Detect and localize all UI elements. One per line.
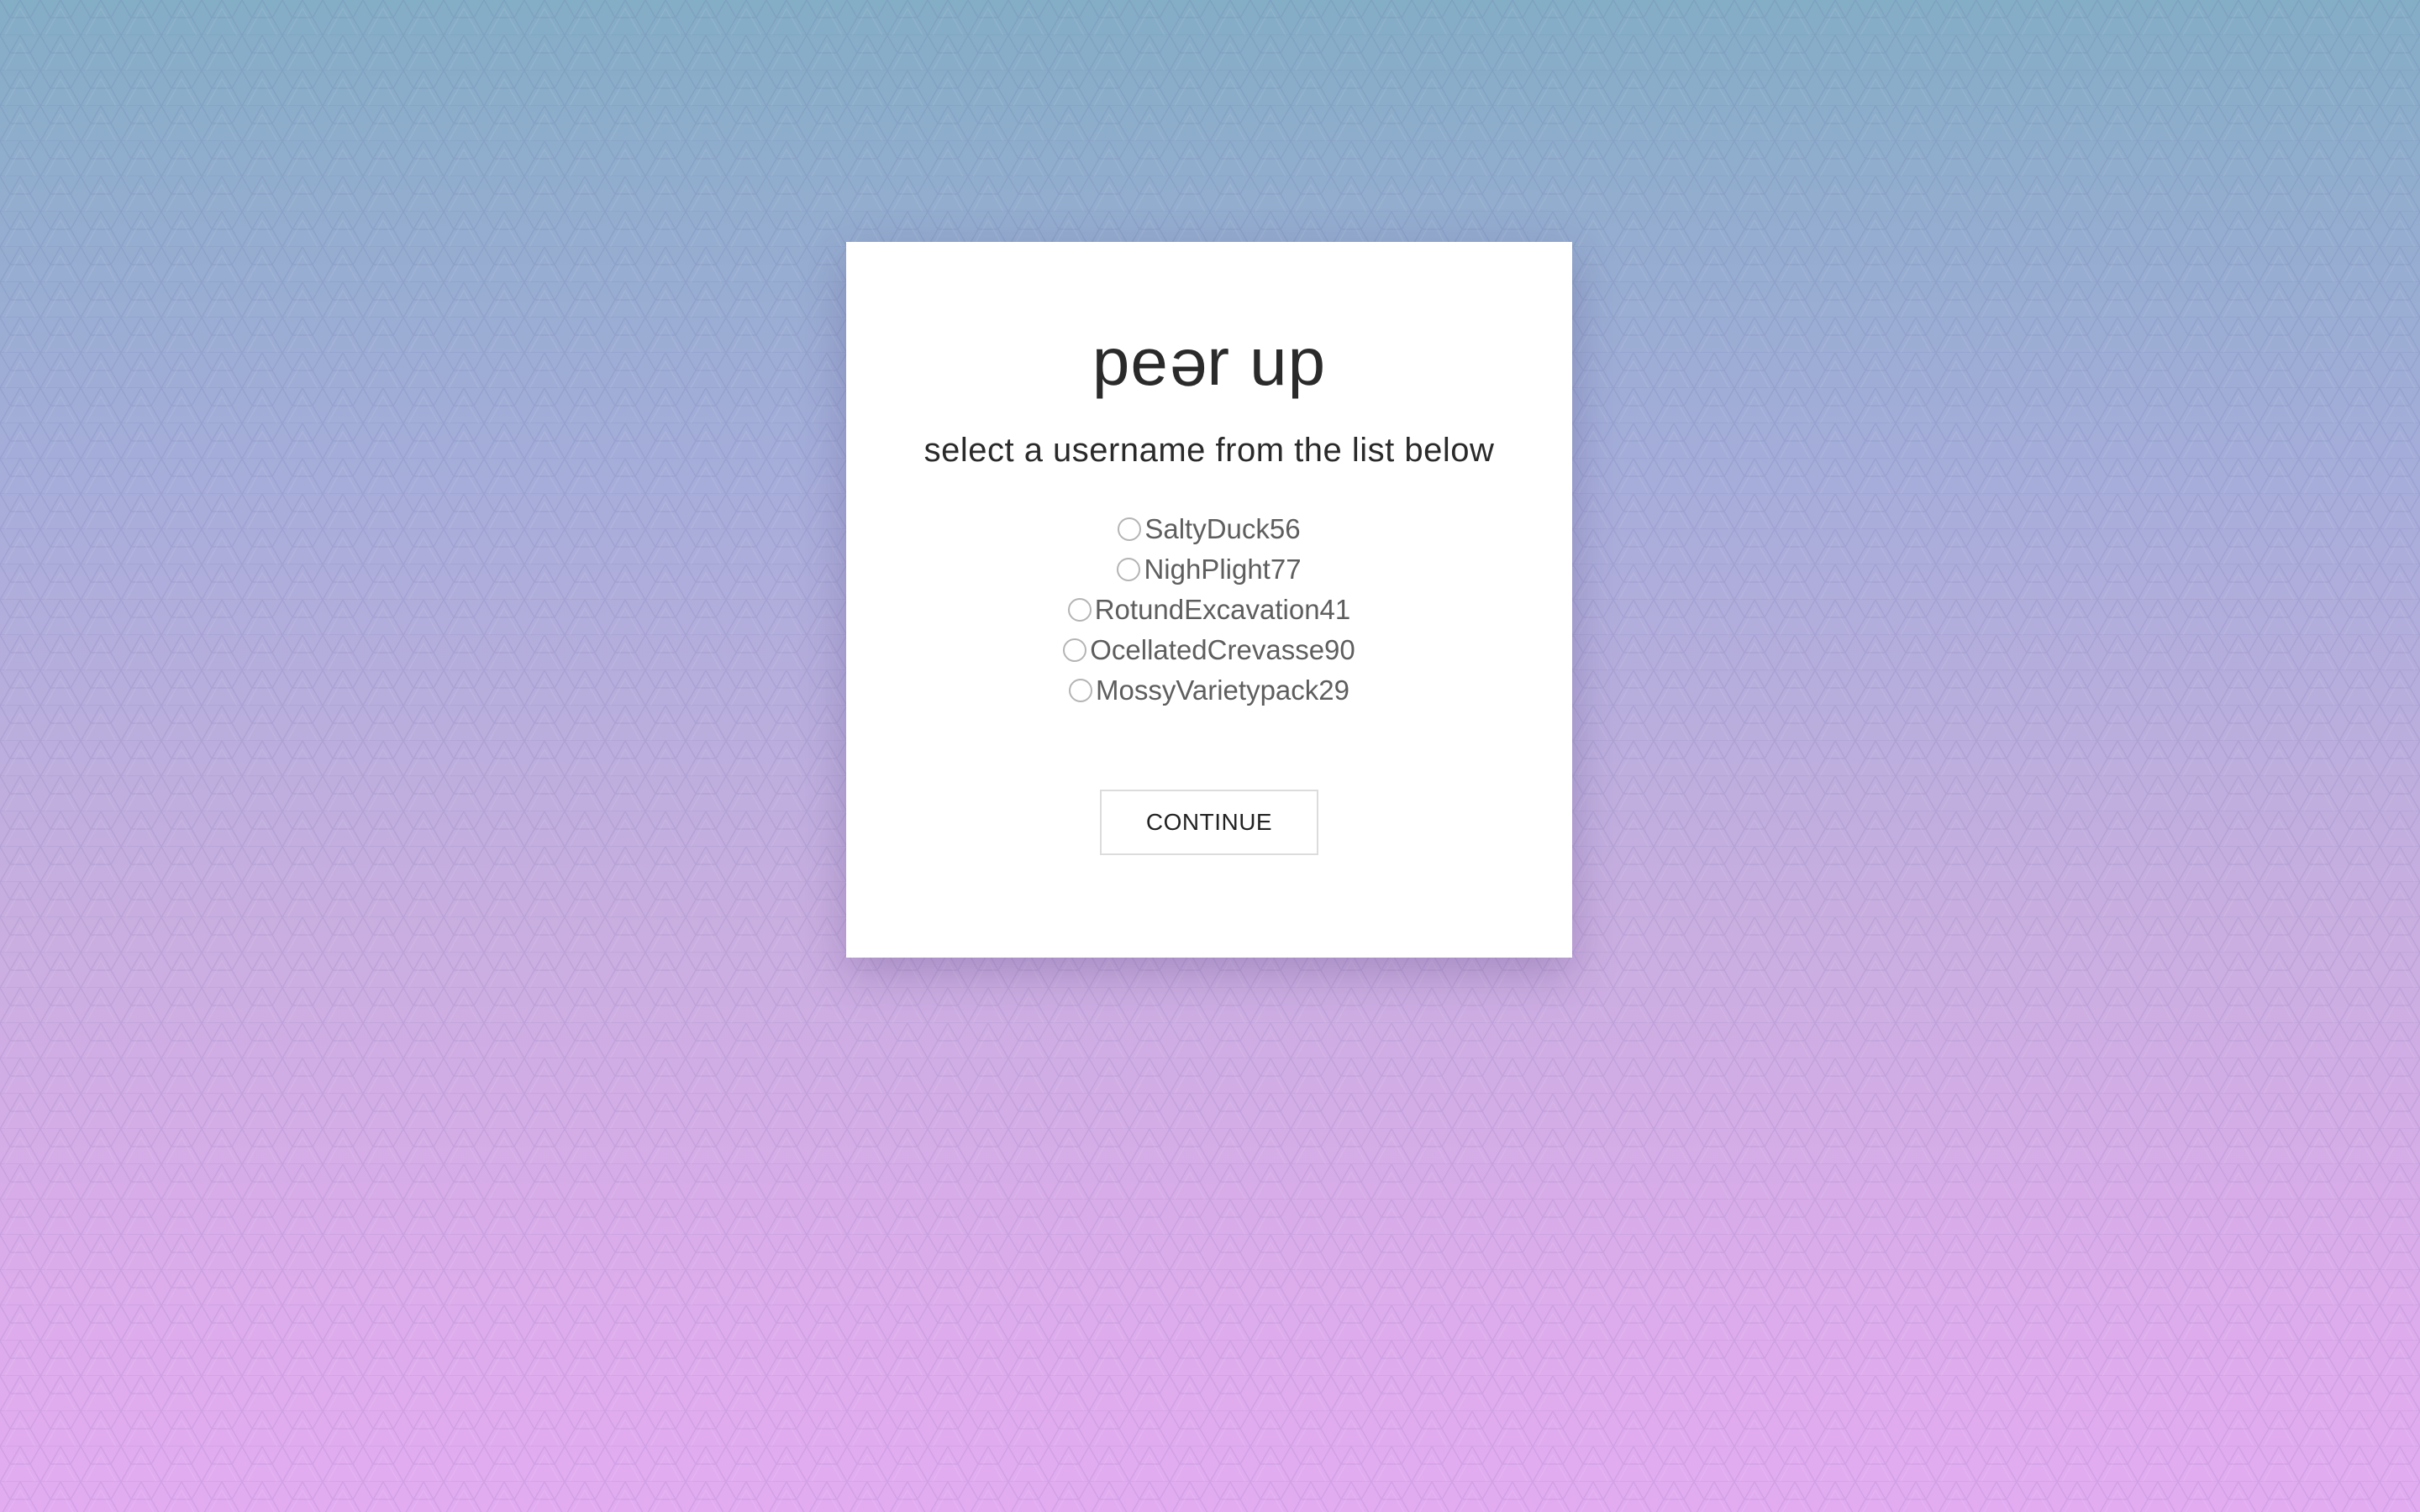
radio-button[interactable] <box>1118 517 1142 541</box>
username-label: NighPlight77 <box>1144 554 1302 585</box>
username-label: RotundExcavation41 <box>1094 594 1351 625</box>
radio-button[interactable] <box>1117 558 1141 581</box>
radio-button[interactable] <box>1067 598 1092 622</box>
username-option-mossyvarietypack29[interactable]: MossyVarietypack29 <box>846 670 1572 711</box>
username-option-rotundexcavation41[interactable]: RotundExcavation41 <box>846 590 1572 630</box>
continue-button[interactable]: CONTINUE <box>1100 790 1318 855</box>
username-card: peer up select a username from the list … <box>846 242 1572 958</box>
instruction-text: select a username from the list below <box>923 432 1495 469</box>
username-option-nighplight77[interactable]: NighPlight77 <box>846 549 1572 590</box>
username-label: MossyVarietypack29 <box>1095 675 1349 706</box>
app-title: peer up <box>846 316 1572 411</box>
username-option-saltyduck56[interactable]: SaltyDuck56 <box>846 509 1572 549</box>
radio-button[interactable] <box>1063 638 1087 662</box>
app-title-flipped-letter: e <box>1168 336 1207 412</box>
username-option-ocellatedcrevasse90[interactable]: OcellatedCrevasse90 <box>846 630 1572 670</box>
username-radio-group: SaltyDuck56 NighPlight77 RotundExcavatio… <box>846 509 1572 711</box>
radio-button[interactable] <box>1068 679 1092 702</box>
username-label: OcellatedCrevasse90 <box>1090 634 1355 665</box>
username-label: SaltyDuck56 <box>1144 513 1301 544</box>
